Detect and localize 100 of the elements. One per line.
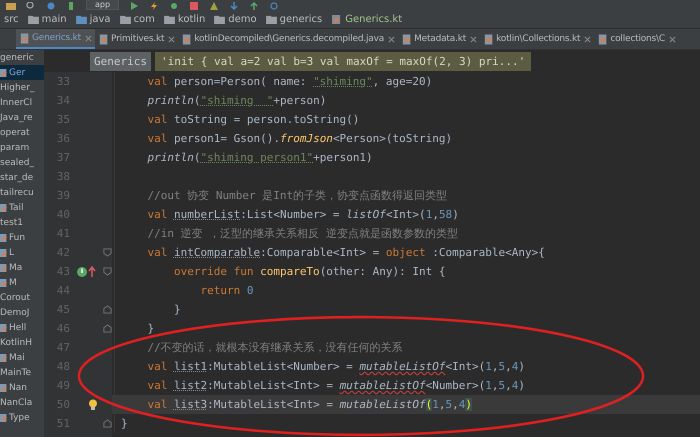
number-literal: 1 bbox=[485, 360, 492, 373]
folder-icon bbox=[28, 14, 39, 24]
code-text: :MutableList<Int> = bbox=[207, 398, 334, 411]
fold-icon[interactable] bbox=[102, 248, 112, 257]
project-item[interactable]: sealed_ bbox=[0, 155, 44, 170]
project-item[interactable]: Hell bbox=[0, 320, 44, 335]
breadcrumb[interactable]: com bbox=[120, 14, 155, 24]
download-icon[interactable] bbox=[229, 2, 240, 10]
stop-icon[interactable] bbox=[189, 2, 200, 10]
project-item[interactable]: Corout bbox=[0, 290, 44, 305]
keyword: val bbox=[146, 113, 168, 126]
project-item[interactable]: operat bbox=[0, 125, 44, 140]
function-call: mutableListOf bbox=[340, 398, 426, 411]
folder-icon[interactable] bbox=[6, 2, 16, 10]
code-text: } bbox=[172, 303, 181, 316]
editor-tab[interactable]: kotlin\Collections.kt bbox=[480, 29, 594, 49]
code-text: person1= Gson(). bbox=[172, 132, 280, 145]
code-text: ( bbox=[194, 151, 200, 164]
file-icon bbox=[598, 34, 608, 44]
editor-tab[interactable]: collections\C bbox=[594, 29, 679, 49]
project-item[interactable]: Ger bbox=[0, 65, 44, 80]
code-text: , bbox=[438, 398, 446, 411]
editor-tab[interactable]: Metadata.kt bbox=[398, 29, 480, 49]
project-item[interactable]: test1 bbox=[0, 215, 44, 230]
code-text: , bbox=[505, 379, 512, 392]
close-icon[interactable] bbox=[168, 36, 176, 42]
editor-tab[interactable]: Generics.kt bbox=[16, 29, 95, 49]
run-config-dropdown[interactable]: app bbox=[86, 0, 120, 10]
lightbulb-icon[interactable] bbox=[88, 398, 98, 410]
code-text: , bbox=[492, 360, 499, 373]
breadcrumb[interactable]: main bbox=[28, 14, 67, 24]
project-item[interactable]: NanCla bbox=[0, 395, 44, 410]
project-item[interactable]: Fun bbox=[0, 230, 44, 245]
breadcrumb[interactable]: kotlin bbox=[164, 14, 206, 24]
tooltip-value: 'init { val a=2 val b=3 val maxOf = maxOf(2, 3) pri...' bbox=[154, 52, 532, 70]
keyword: val bbox=[146, 208, 168, 221]
project-item[interactable]: param bbox=[0, 140, 44, 155]
folder-icon bbox=[266, 14, 277, 24]
project-item[interactable]: Ma bbox=[0, 260, 44, 275]
kotlin-file-icon bbox=[331, 14, 342, 24]
upload-icon[interactable] bbox=[249, 2, 260, 10]
code-text: ) bbox=[518, 379, 526, 392]
unfold-icon[interactable] bbox=[102, 324, 112, 333]
fold-icon[interactable] bbox=[102, 267, 112, 276]
project-item[interactable]: M bbox=[0, 275, 44, 290]
close-icon[interactable] bbox=[85, 34, 92, 42]
project-item[interactable]: DemoJ bbox=[0, 305, 44, 320]
project-item[interactable]: star_de bbox=[0, 170, 44, 185]
override-marker-icon[interactable] bbox=[76, 266, 98, 278]
project-item[interactable]: Mai bbox=[0, 350, 44, 365]
number-literal: 1 bbox=[485, 379, 492, 392]
function-call: mutableListOf bbox=[340, 379, 426, 392]
method-name: compareTo bbox=[260, 265, 320, 278]
code-text: ( bbox=[194, 94, 200, 107]
code-text: +person) bbox=[273, 94, 326, 107]
code-text: (other: Any): Int { bbox=[320, 265, 446, 278]
code-text: :Comparable<Int> = bbox=[260, 246, 380, 259]
folder-icon bbox=[76, 14, 87, 24]
breadcrumb[interactable]: demo bbox=[214, 14, 257, 24]
keyword: return bbox=[199, 284, 242, 297]
string-literal: "shiming " bbox=[200, 94, 274, 107]
file-icon bbox=[99, 34, 109, 44]
editor-tab[interactable]: kotlinDecompiled\Generics.decompiled.java bbox=[178, 29, 398, 49]
breadcrumb[interactable]: src bbox=[4, 14, 19, 24]
breadcrumb[interactable]: Generics.kt bbox=[331, 14, 402, 24]
close-icon[interactable] bbox=[470, 36, 478, 42]
code-text: :MutableList<Number> = bbox=[207, 360, 354, 373]
breadcrumb[interactable]: generics bbox=[266, 14, 322, 24]
number-literal: 4 bbox=[512, 360, 518, 373]
breadcrumb[interactable]: java bbox=[76, 14, 111, 24]
editor-tab[interactable]: Primitives.kt bbox=[95, 29, 178, 49]
unfold-icon[interactable] bbox=[102, 419, 112, 428]
project-item[interactable]: generic bbox=[0, 50, 44, 65]
close-icon[interactable] bbox=[584, 36, 592, 42]
project-item[interactable]: L bbox=[0, 245, 44, 260]
code-text: toString = person.toString() bbox=[172, 113, 360, 126]
code-text: , bbox=[505, 360, 512, 373]
close-icon[interactable] bbox=[668, 36, 676, 42]
project-item[interactable]: Higher_ bbox=[0, 80, 44, 95]
project-item[interactable]: tailrecu bbox=[0, 185, 44, 200]
code-text: :MutableList<Int> = bbox=[207, 379, 334, 392]
project-item[interactable]: Nan bbox=[0, 380, 44, 395]
file-icon bbox=[484, 34, 494, 44]
folder-icon bbox=[214, 14, 226, 24]
number-literal: 1 bbox=[432, 398, 439, 411]
code-text: , bbox=[432, 208, 439, 221]
code-text: <Int>( bbox=[386, 208, 426, 221]
code-comment: //in 逆变 ，泛型的继承关系相反 逆变点就是函数参数的类型 bbox=[146, 227, 458, 240]
variable-name: intComparable bbox=[174, 246, 260, 259]
project-item[interactable]: Tail bbox=[0, 200, 44, 215]
unfold-icon[interactable] bbox=[102, 305, 112, 314]
close-icon[interactable] bbox=[388, 36, 396, 42]
project-item[interactable]: Type bbox=[0, 410, 44, 425]
variable-name: numberList bbox=[174, 208, 240, 221]
number-literal: 58 bbox=[438, 208, 452, 221]
project-item[interactable]: KotlinH bbox=[0, 335, 44, 350]
project-item[interactable]: InnerCl bbox=[0, 95, 44, 110]
project-item[interactable]: MainTe bbox=[0, 365, 44, 380]
function-call: println bbox=[146, 94, 194, 107]
keyword: object bbox=[386, 246, 426, 259]
